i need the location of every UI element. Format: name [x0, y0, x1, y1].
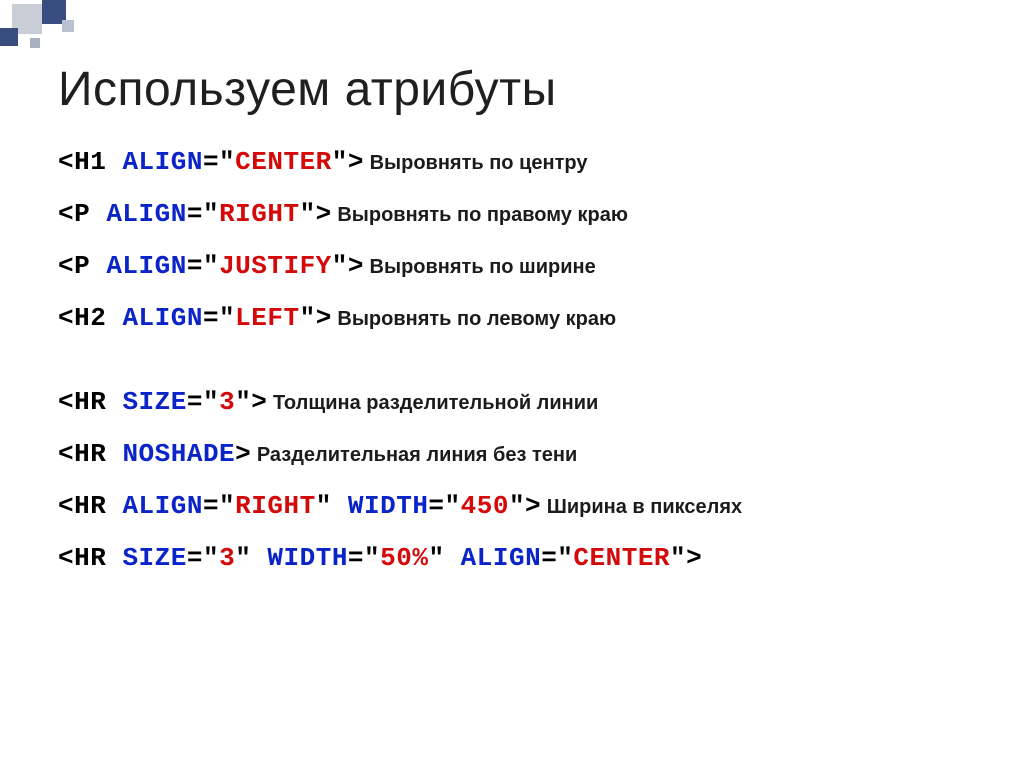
code-description: Выровнять по правому краю	[332, 204, 628, 226]
slide-title: Используем атрибуты	[58, 62, 978, 117]
slide-decoration	[0, 0, 200, 60]
code-line: <HR NOSHADE> Разделительная линия без те…	[58, 439, 978, 469]
slide-content: Используем атрибуты <H1 ALIGN="CENTER"> …	[58, 62, 978, 595]
code-line: <H1 ALIGN="CENTER"> Выровнять по центру	[58, 147, 978, 177]
code-snippet: <HR NOSHADE>	[58, 439, 251, 469]
code-description: Ширина в пикселях	[541, 496, 742, 518]
code-snippet: <H2 ALIGN="LEFT">	[58, 303, 332, 333]
code-description: Разделительная линия без тени	[251, 444, 577, 466]
code-description: Толщина разделительной линии	[267, 392, 598, 414]
code-lines: <H1 ALIGN="CENTER"> Выровнять по центру<…	[58, 147, 978, 573]
code-line: <P ALIGN="JUSTIFY"> Выровнять по ширине	[58, 251, 978, 281]
code-snippet: <HR SIZE="3">	[58, 387, 267, 417]
code-snippet: <P ALIGN="RIGHT">	[58, 199, 332, 229]
code-snippet: <H1 ALIGN="CENTER">	[58, 147, 364, 177]
code-snippet: <P ALIGN="JUSTIFY">	[58, 251, 364, 281]
code-line: <HR SIZE="3" WIDTH="50%" ALIGN="CENTER">	[58, 543, 978, 573]
code-line: <HR ALIGN="RIGHT" WIDTH="450"> Ширина в …	[58, 491, 978, 521]
code-description: Выровнять по левому краю	[332, 308, 616, 330]
code-description: Выровнять по ширине	[364, 256, 596, 278]
code-line: <H2 ALIGN="LEFT"> Выровнять по левому кр…	[58, 303, 978, 333]
code-snippet: <HR ALIGN="RIGHT" WIDTH="450">	[58, 491, 541, 521]
code-description: Выровнять по центру	[364, 152, 587, 174]
code-line: <P ALIGN="RIGHT"> Выровнять по правому к…	[58, 199, 978, 229]
code-line: <HR SIZE="3"> Толщина разделительной лин…	[58, 387, 978, 417]
code-snippet: <HR SIZE="3" WIDTH="50%" ALIGN="CENTER">	[58, 543, 702, 573]
